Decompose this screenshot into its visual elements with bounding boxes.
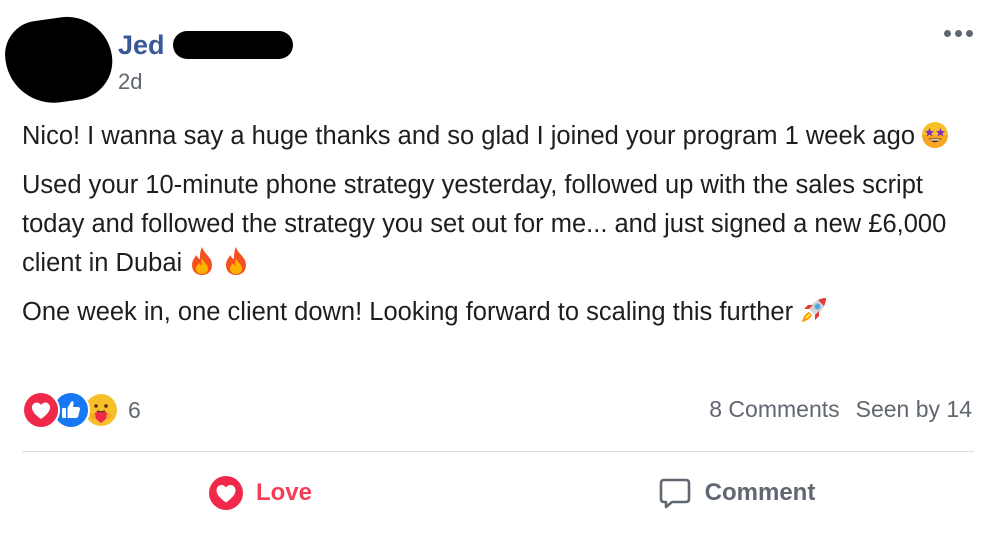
post-paragraph: Nico! I wanna say a huge thanks and so g… — [22, 117, 980, 156]
love-button[interactable]: Love — [22, 462, 498, 524]
post-text: One week in, one client down! Looking fo… — [22, 298, 794, 326]
reaction-count[interactable]: 6 — [128, 397, 141, 424]
post-meta: 8 Comments Seen by 14 — [709, 396, 972, 423]
fire-emoji-icon — [222, 246, 250, 276]
comments-count-link[interactable]: 8 Comments — [709, 396, 839, 423]
post-card: Jed 2d Nico! I wanna say a huge thanks a… — [0, 0, 992, 544]
rocket-emoji-icon — [799, 295, 829, 325]
divider — [22, 451, 974, 452]
love-button-label: Love — [255, 479, 312, 506]
author-name[interactable]: Jed — [118, 28, 165, 62]
reactions-summary[interactable]: 6 — [22, 391, 141, 429]
avatar-redacted[interactable] — [0, 11, 118, 109]
post-text: Used your 10-minute phone strategy yeste… — [22, 171, 947, 277]
comment-button[interactable]: Comment — [498, 462, 974, 524]
more-dot-icon — [943, 29, 951, 37]
comment-bubble-icon — [657, 475, 693, 511]
post-timestamp[interactable]: 2d — [118, 68, 142, 96]
action-bar: Love Comment — [22, 462, 974, 524]
post-paragraph: Used your 10-minute phone strategy yeste… — [22, 166, 980, 283]
author-name-redaction — [173, 31, 293, 59]
fire-emoji-icon — [188, 246, 216, 276]
comment-button-label: Comment — [704, 479, 816, 506]
star-struck-emoji-icon — [921, 121, 949, 149]
seen-by-link[interactable]: Seen by 14 — [856, 396, 972, 423]
post-body: Nico! I wanna say a huge thanks and so g… — [22, 117, 980, 342]
love-reaction-icon — [22, 391, 60, 429]
post-paragraph: One week in, one client down! Looking fo… — [22, 293, 980, 332]
post-text: Nico! I wanna say a huge thanks and so g… — [22, 122, 916, 150]
more-dot-icon — [965, 29, 973, 37]
more-dot-icon — [954, 29, 962, 37]
more-options-button[interactable] — [936, 18, 980, 48]
heart-icon — [208, 475, 244, 511]
